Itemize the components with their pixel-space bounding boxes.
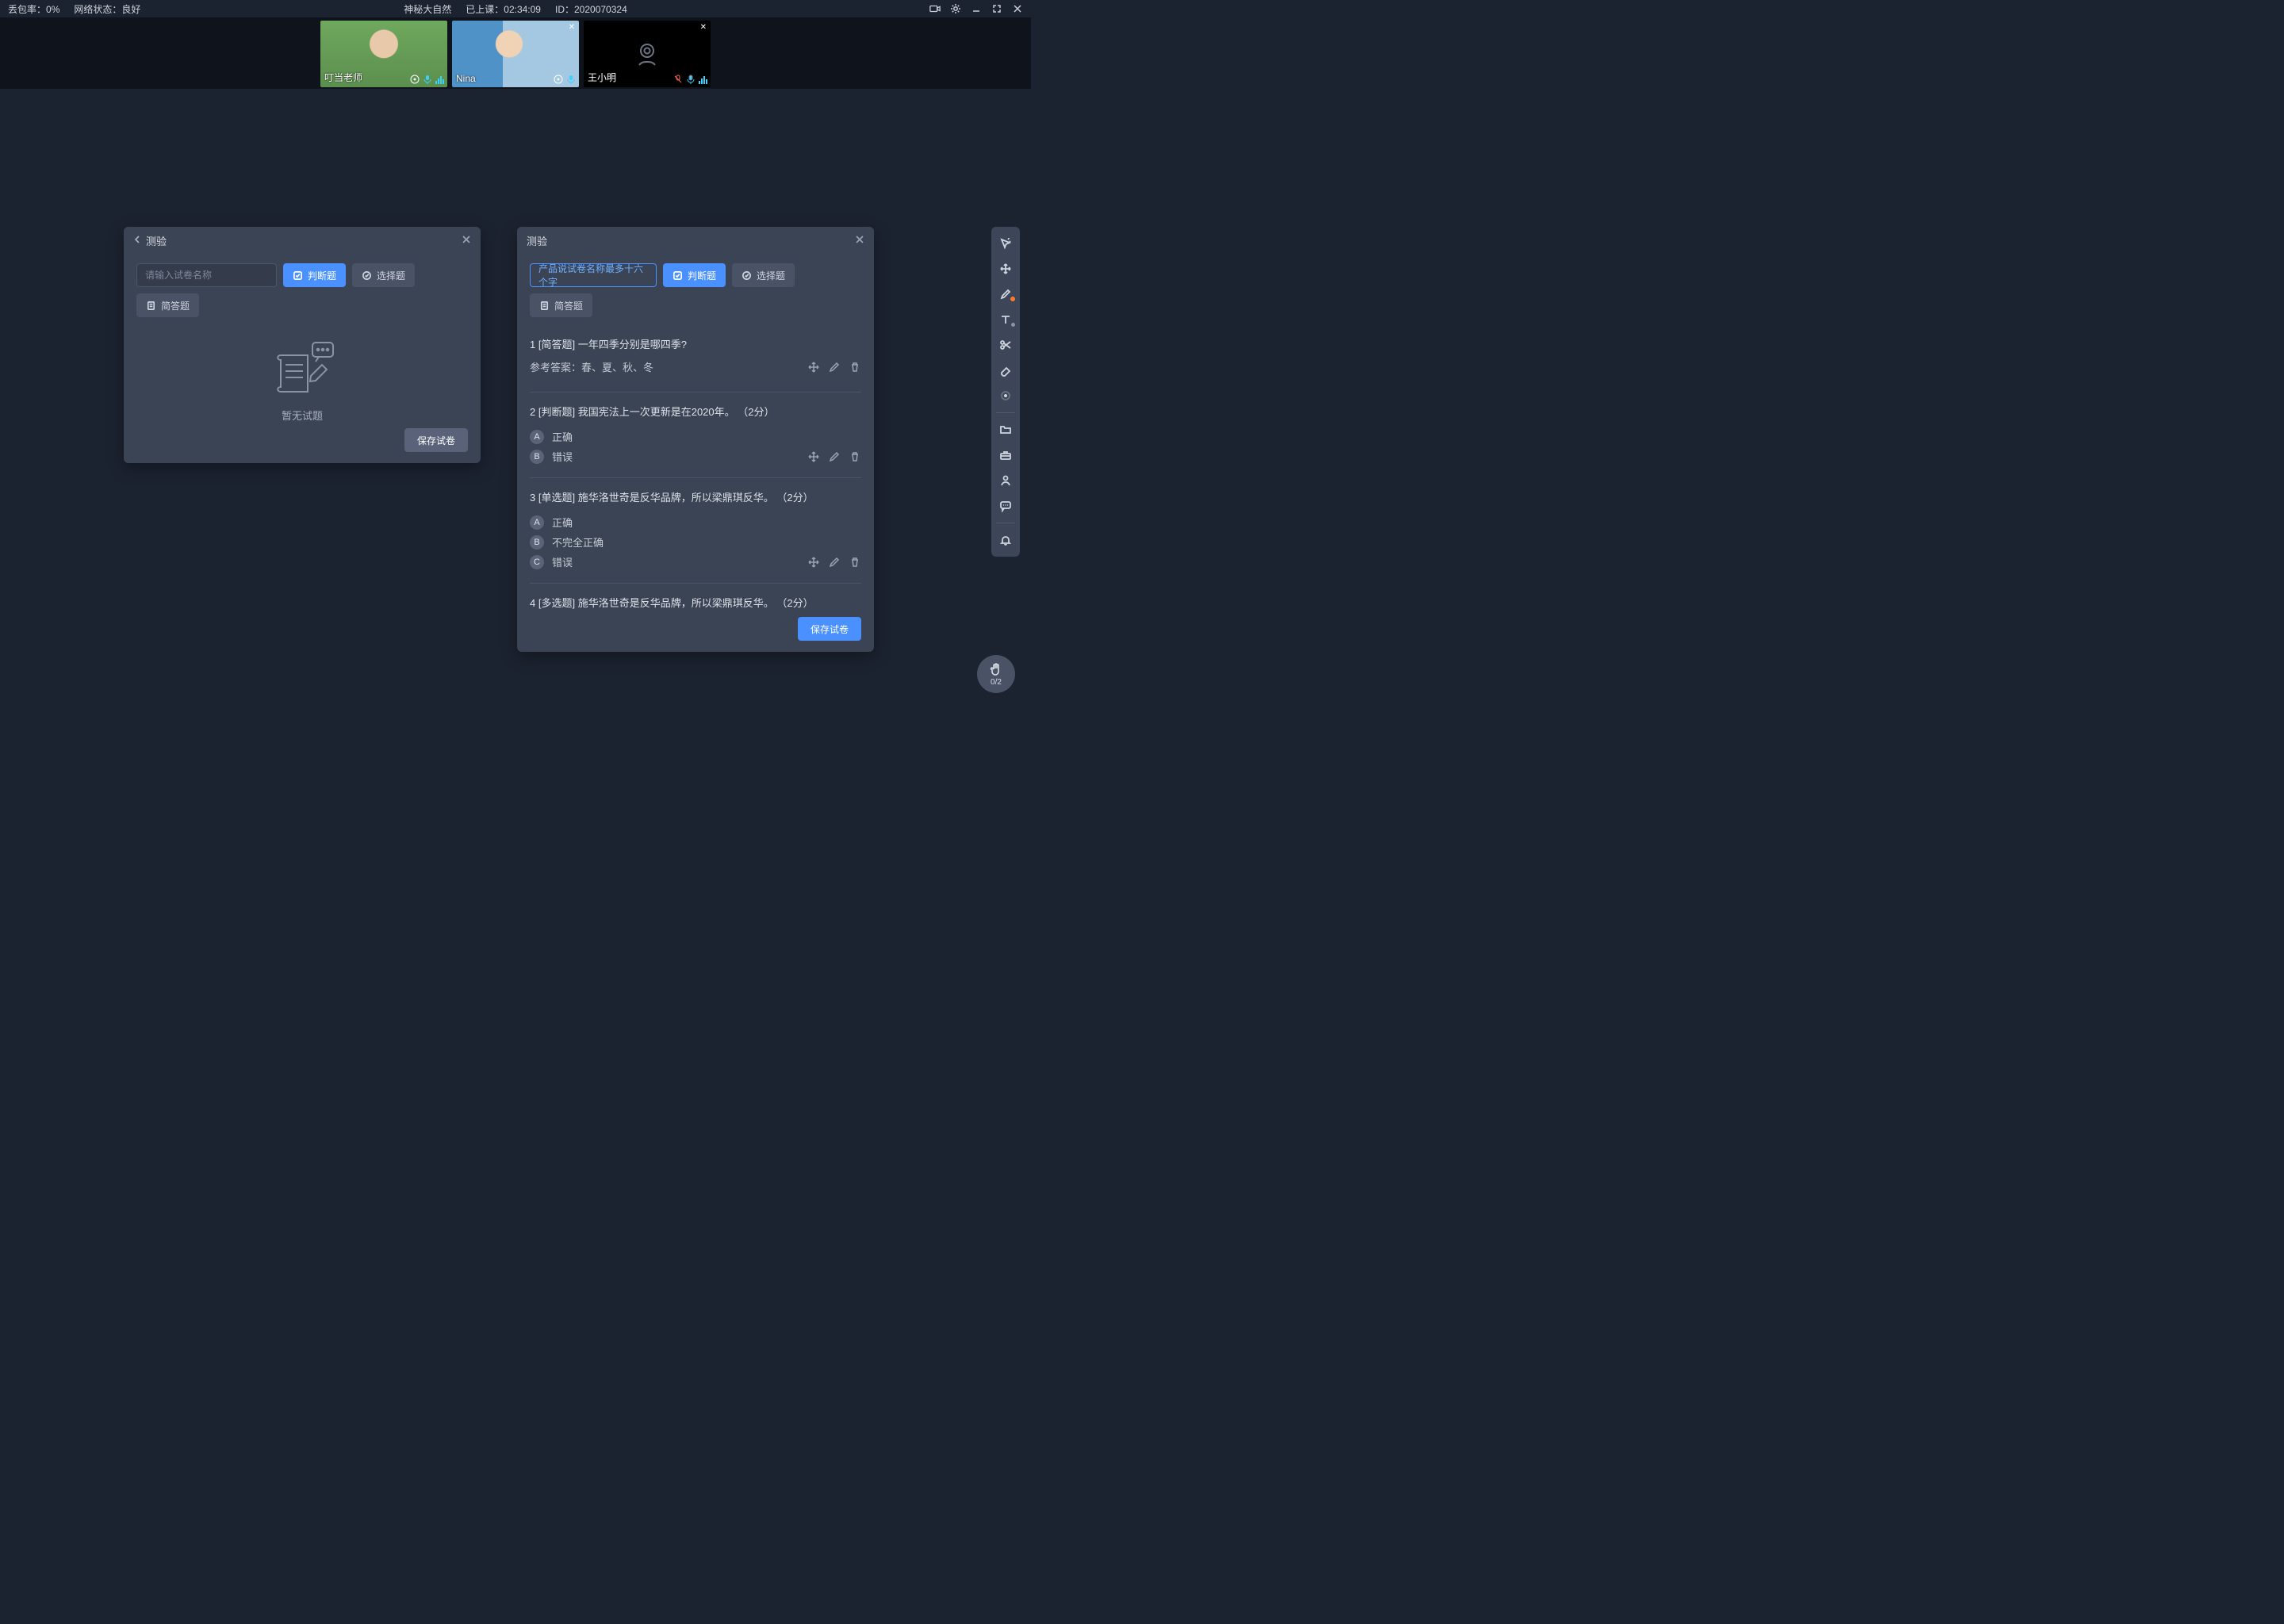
move-icon[interactable] xyxy=(807,450,820,463)
mic-icon xyxy=(686,75,696,84)
top-status-bar: 丢包率：0% 网络状态：良好 神秘大自然 已上课：02:34:09 ID：202… xyxy=(0,0,1031,17)
minimize-icon[interactable] xyxy=(971,3,982,14)
option-item: A正确 xyxy=(530,512,861,532)
option-item: C错误 xyxy=(530,552,573,572)
tile-close-icon[interactable]: ✕ xyxy=(569,23,575,32)
move-icon[interactable] xyxy=(807,361,820,373)
empty-state: 暂无试题 xyxy=(136,341,468,420)
text-tool-icon[interactable] xyxy=(993,308,1018,331)
delete-icon[interactable] xyxy=(849,556,861,569)
question-item: 4 [多选题] 施华洛世奇是反华品牌，所以梁鼎琪反华。 （2分） A是的 B不完… xyxy=(530,587,861,609)
save-paper-button[interactable]: 保存试卷 xyxy=(404,428,468,452)
option-item: B错误 xyxy=(530,446,573,466)
session-id: ID：2020070324 xyxy=(555,2,627,16)
eraser-tool-icon[interactable] xyxy=(993,358,1018,382)
add-choice-button[interactable]: 选择题 xyxy=(732,263,795,287)
packet-loss: 丢包率：0% xyxy=(8,2,59,16)
option-item: A正确 xyxy=(530,427,861,446)
panel-title: 测验 xyxy=(146,233,167,248)
settings-icon[interactable] xyxy=(950,3,961,14)
edit-icon[interactable] xyxy=(828,361,841,373)
mic-icon xyxy=(566,75,576,84)
add-judge-button[interactable]: 判断题 xyxy=(283,263,346,287)
question-item: 2 [判断题] 我国宪法上一次更新是在2020年。 （2分） A正确 B错误 xyxy=(530,396,861,478)
video-tile-student-2[interactable]: ✕ 王小明 xyxy=(584,21,711,87)
fullscreen-icon[interactable] xyxy=(991,3,1002,14)
empty-text: 暂无试题 xyxy=(282,408,323,420)
save-paper-button[interactable]: 保存试卷 xyxy=(798,617,861,641)
focus-icon xyxy=(554,75,563,84)
laser-pointer-icon[interactable] xyxy=(993,384,1018,408)
person-icon[interactable] xyxy=(993,469,1018,492)
add-short-answer-button[interactable]: 简答题 xyxy=(530,293,592,317)
participant-name: Nina xyxy=(456,73,476,84)
paper-name-filled[interactable]: 产品说试卷名称最多十六个字 xyxy=(530,263,657,287)
close-icon[interactable] xyxy=(462,235,471,247)
participant-name: 叮当老师 xyxy=(324,71,362,84)
edit-icon[interactable] xyxy=(828,450,841,463)
camera-flip-icon[interactable] xyxy=(929,3,941,14)
hand-raise-badge[interactable]: 0/2 xyxy=(977,655,1015,693)
pen-tool-icon[interactable] xyxy=(993,282,1018,306)
mic-icon xyxy=(423,75,432,84)
close-icon[interactable] xyxy=(855,235,864,247)
move-icon[interactable] xyxy=(807,556,820,569)
course-title: 神秘大自然 xyxy=(404,2,451,16)
panel-title: 测验 xyxy=(527,233,547,248)
bell-icon[interactable] xyxy=(993,528,1018,552)
video-strip: 叮当老师 ✕ Nina ✕ 王小明 xyxy=(0,17,1031,89)
option-item: B不完全正确 xyxy=(530,532,861,552)
right-toolbar xyxy=(991,227,1020,557)
hand-raise-count: 0/2 xyxy=(991,678,1002,687)
tile-close-icon[interactable]: ✕ xyxy=(700,23,707,32)
question-item: 1 [简答题] 一年四季分别是哪四季? 参考答案：春、夏、秋、冬 xyxy=(530,328,861,393)
toolbox-icon[interactable] xyxy=(993,443,1018,467)
focus-icon xyxy=(410,75,420,84)
move-tool-icon[interactable] xyxy=(993,257,1018,281)
network-status: 网络状态：良好 xyxy=(74,2,140,16)
elapsed-time: 已上课：02:34:09 xyxy=(466,2,541,16)
participant-name: 王小明 xyxy=(588,71,616,84)
close-window-icon[interactable] xyxy=(1012,3,1023,14)
video-tile-student-1[interactable]: ✕ Nina xyxy=(452,21,579,87)
add-choice-button[interactable]: 选择题 xyxy=(352,263,415,287)
audio-level-icon xyxy=(435,75,444,84)
mic-muted-icon xyxy=(673,75,683,84)
cursor-click-tool-icon[interactable] xyxy=(993,232,1018,255)
back-icon[interactable] xyxy=(133,235,141,247)
question-item: 3 [单选题] 施华洛世奇是反华品牌，所以梁鼎琪反华。 （2分） A正确 B不完… xyxy=(530,481,861,584)
quiz-panel-filled: 测验 产品说试卷名称最多十六个字 判断题 选择题 简答题 xyxy=(517,227,874,652)
scissors-tool-icon[interactable] xyxy=(993,333,1018,357)
audio-level-icon xyxy=(699,75,707,84)
delete-icon[interactable] xyxy=(849,450,861,463)
quiz-panel-empty: 测验 判断题 选择题 简答题 xyxy=(124,227,481,463)
add-judge-button[interactable]: 判断题 xyxy=(663,263,726,287)
delete-icon[interactable] xyxy=(849,361,861,373)
video-tile-teacher[interactable]: 叮当老师 xyxy=(320,21,447,87)
camera-off-icon xyxy=(631,38,663,70)
folder-icon[interactable] xyxy=(993,418,1018,442)
chat-icon[interactable] xyxy=(993,494,1018,518)
edit-icon[interactable] xyxy=(828,556,841,569)
add-short-answer-button[interactable]: 简答题 xyxy=(136,293,199,317)
paper-name-input[interactable] xyxy=(136,263,277,287)
